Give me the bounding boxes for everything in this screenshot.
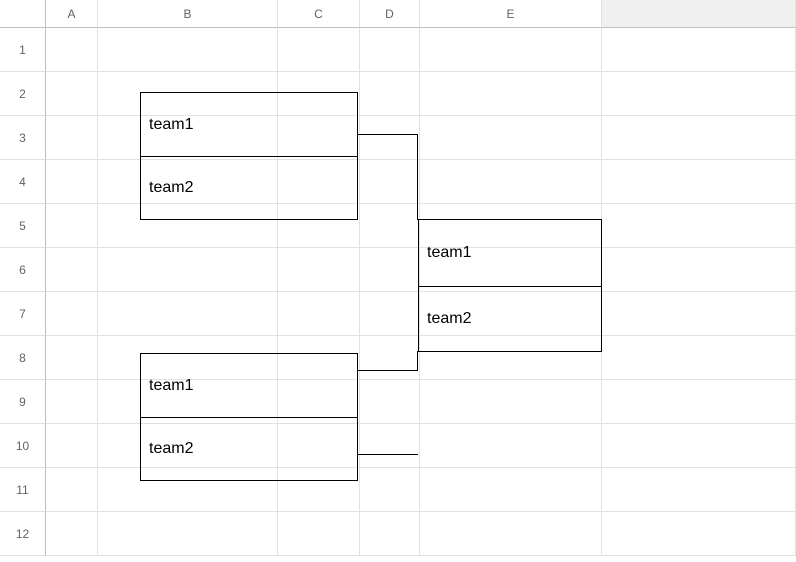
cell[interactable] [278, 336, 360, 380]
cell[interactable] [46, 512, 98, 556]
cell[interactable] [420, 380, 602, 424]
cell[interactable] [602, 512, 796, 556]
cell[interactable] [360, 116, 420, 160]
col-header-B[interactable]: B [98, 0, 278, 28]
cell[interactable] [278, 72, 360, 116]
cell[interactable] [46, 424, 98, 468]
cell[interactable] [98, 512, 278, 556]
row-header-8[interactable]: 8 [0, 336, 46, 380]
row-header-9[interactable]: 9 [0, 380, 46, 424]
cell[interactable] [278, 204, 360, 248]
cell[interactable] [278, 116, 360, 160]
cell[interactable] [360, 336, 420, 380]
cell[interactable] [602, 72, 796, 116]
cell[interactable] [360, 204, 420, 248]
cell[interactable] [602, 292, 796, 336]
cell[interactable] [602, 468, 796, 512]
cell[interactable] [360, 28, 420, 72]
cell[interactable] [46, 160, 98, 204]
cell[interactable] [46, 28, 98, 72]
cell[interactable] [602, 28, 796, 72]
col-header-D[interactable]: D [360, 0, 420, 28]
cell[interactable] [602, 336, 796, 380]
cell[interactable] [278, 28, 360, 72]
row-header-7[interactable]: 7 [0, 292, 46, 336]
cell[interactable] [420, 468, 602, 512]
cell[interactable] [46, 248, 98, 292]
cell[interactable] [420, 336, 602, 380]
cell[interactable] [98, 204, 278, 248]
cell[interactable] [98, 248, 278, 292]
cell[interactable] [278, 248, 360, 292]
cell[interactable] [98, 72, 278, 116]
select-all-corner[interactable] [0, 0, 46, 28]
col-header-E[interactable]: E [420, 0, 602, 28]
cell[interactable] [46, 116, 98, 160]
cell[interactable] [602, 248, 796, 292]
cell[interactable] [420, 248, 602, 292]
cell[interactable] [602, 116, 796, 160]
cell[interactable] [98, 160, 278, 204]
cell[interactable] [360, 160, 420, 204]
cell[interactable] [420, 424, 602, 468]
spreadsheet-grid[interactable]: A B C D E 123456789101112 [0, 0, 796, 556]
cell[interactable] [420, 292, 602, 336]
cell[interactable] [420, 160, 602, 204]
cell[interactable] [98, 336, 278, 380]
row-header-11[interactable]: 11 [0, 468, 46, 512]
cell[interactable] [98, 424, 278, 468]
cell[interactable] [46, 380, 98, 424]
cell[interactable] [278, 292, 360, 336]
cell[interactable] [420, 116, 602, 160]
cell[interactable] [420, 72, 602, 116]
cell[interactable] [420, 28, 602, 72]
cell[interactable] [46, 204, 98, 248]
cell[interactable] [360, 512, 420, 556]
cell[interactable] [278, 468, 360, 512]
col-header-blank[interactable] [602, 0, 796, 28]
cell[interactable] [360, 292, 420, 336]
col-header-A[interactable]: A [46, 0, 98, 28]
cell[interactable] [46, 468, 98, 512]
cell[interactable] [46, 292, 98, 336]
cell[interactable] [46, 336, 98, 380]
row-header-12[interactable]: 12 [0, 512, 46, 556]
cell[interactable] [98, 28, 278, 72]
col-header-C[interactable]: C [278, 0, 360, 28]
cell[interactable] [278, 160, 360, 204]
cell[interactable] [278, 512, 360, 556]
cell[interactable] [46, 72, 98, 116]
cell[interactable] [98, 292, 278, 336]
row-header-5[interactable]: 5 [0, 204, 46, 248]
cell[interactable] [360, 468, 420, 512]
cell[interactable] [98, 116, 278, 160]
cell[interactable] [420, 204, 602, 248]
cell[interactable] [360, 72, 420, 116]
cell[interactable] [602, 424, 796, 468]
row-header-1[interactable]: 1 [0, 28, 46, 72]
cell[interactable] [420, 512, 602, 556]
cell[interactable] [602, 380, 796, 424]
cell[interactable] [602, 204, 796, 248]
cell[interactable] [278, 424, 360, 468]
cell[interactable] [98, 380, 278, 424]
cell[interactable] [602, 160, 796, 204]
row-header-2[interactable]: 2 [0, 72, 46, 116]
cell[interactable] [360, 424, 420, 468]
row-header-10[interactable]: 10 [0, 424, 46, 468]
row-header-6[interactable]: 6 [0, 248, 46, 292]
cell[interactable] [360, 248, 420, 292]
cell[interactable] [360, 380, 420, 424]
cell[interactable] [98, 468, 278, 512]
cell[interactable] [278, 380, 360, 424]
row-header-3[interactable]: 3 [0, 116, 46, 160]
row-header-4[interactable]: 4 [0, 160, 46, 204]
